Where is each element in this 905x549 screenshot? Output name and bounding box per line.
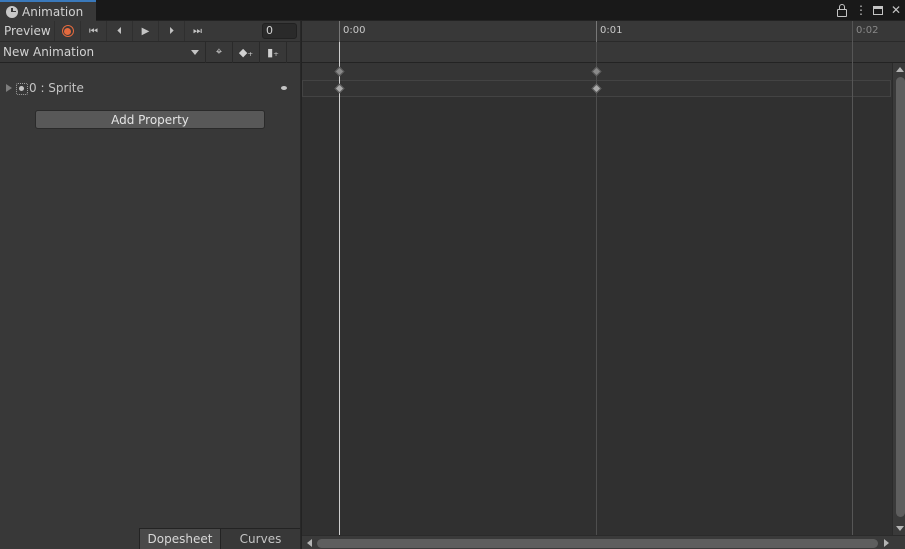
last-keyframe-button[interactable]: ⏭: [184, 21, 210, 41]
add-event-button[interactable]: ▮₊: [260, 41, 287, 63]
next-keyframe-button[interactable]: ⏵: [158, 21, 184, 41]
previous-frame-icon: ⏴: [117, 25, 122, 37]
tab-dopesheet[interactable]: Dopesheet: [139, 528, 220, 549]
clip-dropdown[interactable]: New Animation: [0, 41, 206, 63]
play-button[interactable]: ▶: [132, 21, 158, 41]
previous-keyframe-button[interactable]: ⏴: [106, 21, 132, 41]
clip-end-line: [852, 42, 853, 535]
lock-icon[interactable]: [837, 3, 847, 17]
record-button[interactable]: [54, 21, 80, 41]
sample-filter-icon: ⌖: [215, 45, 223, 58]
dopesheet-timeline[interactable]: 0:00 0:01 0:02: [301, 21, 905, 549]
kebab-menu-icon[interactable]: ⋮: [855, 2, 867, 19]
property-label: 0 : Sprite: [29, 81, 84, 95]
playhead-line[interactable]: [339, 42, 340, 535]
clock-icon: [6, 5, 18, 18]
tab-title: Animation: [22, 4, 84, 19]
frame-field[interactable]: 0: [262, 23, 297, 39]
filter-by-selection-button[interactable]: ⌖: [206, 41, 233, 63]
ruler-tick-major: [339, 21, 340, 42]
add-property-button[interactable]: Add Property: [35, 110, 265, 129]
time-ruler[interactable]: 0:00 0:01 0:02: [302, 21, 905, 42]
event-strip[interactable]: [302, 42, 905, 63]
play-icon: ▶: [141, 25, 150, 37]
ruler-label: 0:01: [600, 25, 623, 36]
view-mode-tabs: Dopesheet Curves: [0, 528, 300, 549]
add-keyframe-icon: ◆₊: [238, 45, 254, 59]
ruler-tick-major: [852, 21, 853, 42]
foldout-arrow-icon[interactable]: [6, 84, 12, 92]
ruler-label: 0:00: [343, 25, 366, 36]
scroll-thumb[interactable]: [896, 77, 905, 517]
sprite-icon: [16, 82, 28, 95]
scroll-thumb[interactable]: [317, 539, 878, 548]
scroll-left-icon[interactable]: [307, 539, 312, 547]
maximize-icon[interactable]: [873, 6, 883, 15]
vertical-scrollbar[interactable]: [892, 63, 905, 536]
chevron-down-icon: [191, 49, 199, 55]
ruler-tick-major: [596, 21, 597, 42]
add-event-icon: ▮₊: [267, 45, 279, 59]
next-frame-icon: ⏵: [169, 25, 174, 37]
record-icon: [61, 25, 74, 37]
window-controls: ⋮ ✕: [837, 2, 901, 19]
scroll-right-icon[interactable]: [884, 539, 889, 547]
scroll-down-icon[interactable]: [896, 526, 904, 531]
add-keyframe-button[interactable]: ◆₊: [233, 41, 260, 63]
clip-bar: New Animation ⌖ ◆₊ ▮₊: [0, 41, 300, 63]
second-marker-line: [596, 42, 597, 535]
skip-to-start-icon: ⏮: [89, 25, 98, 37]
tab-animation[interactable]: Animation: [0, 0, 96, 21]
first-keyframe-button[interactable]: ⏮: [80, 21, 106, 41]
property-row-sprite[interactable]: 0 : Sprite: [0, 79, 300, 97]
skip-to-end-icon: ⏭: [193, 25, 202, 37]
playback-toolbar: Preview ⏮ ⏴ ▶ ⏵ ⏭ 0: [0, 21, 300, 42]
property-panel: Preview ⏮ ⏴ ▶ ⏵ ⏭ 0 New Animation ⌖ ◆₊ ▮…: [0, 21, 300, 549]
scroll-up-icon[interactable]: [896, 67, 904, 72]
property-options-dot-icon[interactable]: [281, 86, 287, 90]
window-title-bar: Animation ⋮ ✕: [0, 0, 905, 21]
close-icon[interactable]: ✕: [891, 2, 901, 19]
clip-name: New Animation: [3, 45, 95, 59]
horizontal-scrollbar[interactable]: [302, 535, 905, 549]
ruler-label: 0:02: [856, 25, 879, 36]
preview-button[interactable]: Preview: [0, 24, 54, 38]
tab-curves[interactable]: Curves: [220, 528, 300, 549]
